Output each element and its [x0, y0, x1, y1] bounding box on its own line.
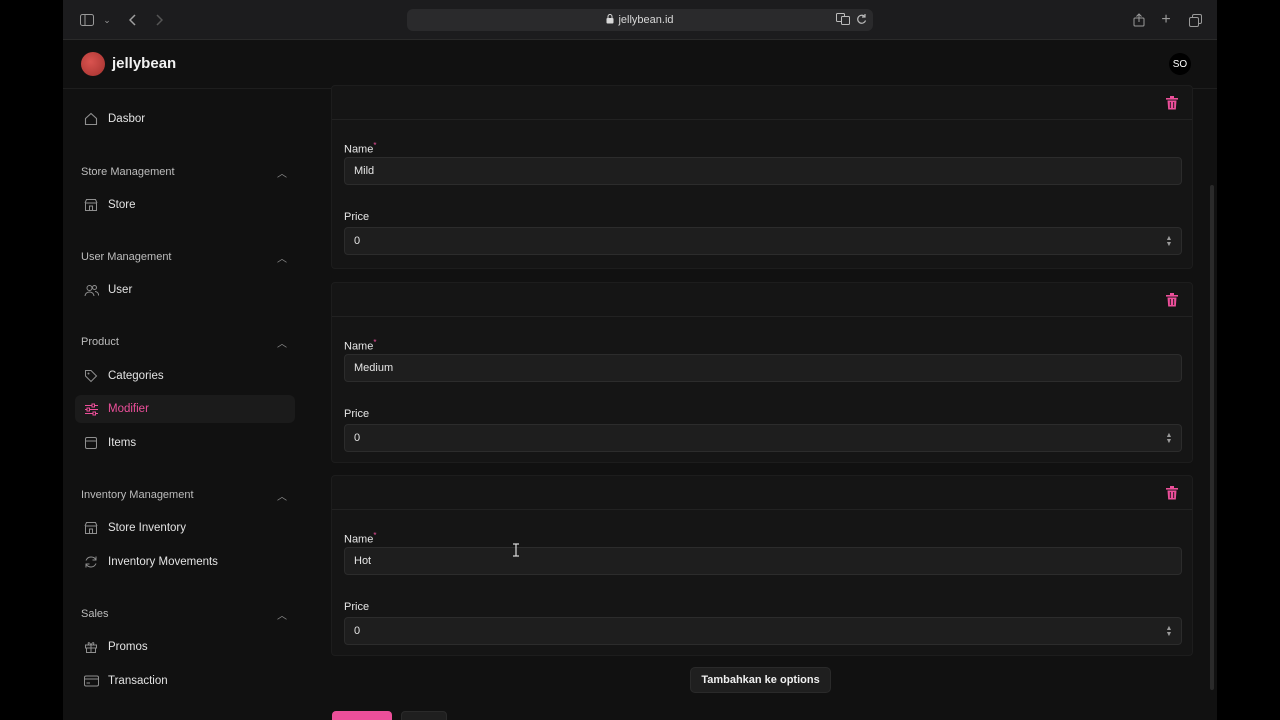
sidebar-item-store[interactable]: Store: [75, 191, 295, 219]
refresh-icon: [82, 553, 100, 571]
section-title: Product: [81, 336, 119, 348]
price-value: 0: [354, 432, 361, 444]
option-price-input[interactable]: 0 ▲ ▼: [344, 424, 1182, 452]
text-cursor-icon: [512, 543, 522, 559]
option-price-input[interactable]: 0 ▲ ▼: [344, 617, 1182, 645]
name-label: Name*: [344, 141, 377, 156]
share-icon[interactable]: [1131, 12, 1147, 28]
brand-name[interactable]: jellybean: [112, 55, 176, 72]
gift-icon: [82, 638, 100, 656]
brand-logo[interactable]: [81, 52, 105, 76]
option-card-header: [332, 476, 1192, 510]
sidebar-item-user[interactable]: User: [75, 276, 295, 304]
sidebar-item-label: Promos: [108, 641, 148, 653]
option-card: Name* Mild Price 0 ▲ ▼: [331, 85, 1193, 269]
home-icon: [82, 110, 100, 128]
section-title: Sales: [81, 608, 109, 620]
address-bar[interactable]: jellybean.id: [407, 9, 873, 31]
sidebar-item-dashboard[interactable]: Dasbor: [75, 105, 295, 133]
section-title: Store Management: [81, 166, 175, 178]
chevron-down-icon[interactable]: ⌄: [99, 12, 115, 28]
name-label: Name*: [344, 338, 377, 353]
price-value: 0: [354, 235, 361, 247]
sidebar: Dasbor Store Management ︿ Store User Man…: [63, 89, 308, 720]
tag-icon: [82, 367, 100, 385]
sidebar-item-transaction[interactable]: Transaction: [75, 667, 295, 695]
section-title: User Management: [81, 251, 172, 263]
option-card: Name* Hot Price 0 ▲ ▼: [331, 475, 1193, 656]
option-card-header: [332, 283, 1192, 317]
sidebar-item-label: Dasbor: [108, 113, 146, 125]
cancel-button[interactable]: [401, 711, 447, 720]
sidebar-item-store-inventory[interactable]: Store Inventory: [75, 514, 295, 542]
trash-icon[interactable]: [1166, 293, 1178, 307]
name-label: Name*: [344, 531, 377, 546]
option-name-input[interactable]: Hot: [344, 547, 1182, 575]
sidebar-item-inventory-movements[interactable]: Inventory Movements: [75, 548, 295, 576]
chevron-up-icon[interactable]: ︿: [277, 335, 287, 350]
chevron-up-icon[interactable]: ︿: [277, 165, 287, 180]
new-tab-icon[interactable]: +: [1158, 11, 1174, 28]
app-header: jellybean SO: [63, 40, 1217, 89]
sidebar-item-modifier[interactable]: Modifier: [75, 395, 295, 423]
price-value: 0: [354, 625, 361, 637]
stepper-icon[interactable]: ▲ ▼: [1165, 625, 1173, 638]
stepper-icon[interactable]: ▲ ▼: [1165, 432, 1173, 445]
sidebar-item-label: Inventory Movements: [108, 556, 218, 568]
chevron-up-icon[interactable]: ︿: [277, 488, 287, 503]
chevron-up-icon[interactable]: ︿: [277, 607, 287, 622]
section-product[interactable]: Product ︿: [81, 334, 287, 350]
scrollbar[interactable]: [1210, 185, 1214, 690]
section-sales[interactable]: Sales ︿: [81, 606, 287, 622]
avatar[interactable]: SO: [1169, 53, 1191, 75]
url-text: jellybean.id: [618, 14, 674, 26]
browser-window: ⌄ jellybean.id + jellybean SO Dasbor Sto…: [63, 0, 1217, 720]
price-label: Price: [344, 408, 370, 420]
sidebar-item-label: Categories: [108, 370, 164, 382]
store-icon: [82, 196, 100, 214]
sidebar-item-label: Store: [108, 199, 136, 211]
box-icon: [82, 434, 100, 452]
users-icon: [82, 281, 100, 299]
chevron-up-icon[interactable]: ︿: [277, 250, 287, 265]
sidebar-item-label: Modifier: [108, 403, 149, 415]
sidebar-item-label: User: [108, 284, 133, 296]
section-inventory-management[interactable]: Inventory Management ︿: [81, 487, 287, 503]
option-card: Name* Medium Price 0 ▲ ▼: [331, 282, 1193, 463]
option-name-input[interactable]: Mild: [344, 157, 1182, 185]
translate-icon[interactable]: [836, 13, 850, 28]
sidebar-item-items[interactable]: Items: [75, 429, 295, 457]
credit-card-icon: [82, 672, 100, 690]
reload-icon[interactable]: [856, 13, 867, 28]
add-option-button[interactable]: Tambahkan ke options: [690, 667, 831, 693]
option-price-input[interactable]: 0 ▲ ▼: [344, 227, 1182, 255]
sidebar-toggle-icon[interactable]: [79, 12, 95, 28]
tab-overview-icon[interactable]: [1187, 12, 1203, 28]
price-label: Price: [344, 601, 370, 613]
price-label: Price: [344, 211, 370, 223]
trash-icon[interactable]: [1166, 486, 1178, 500]
back-icon[interactable]: [125, 12, 141, 28]
trash-icon[interactable]: [1166, 96, 1178, 110]
option-name-input[interactable]: Medium: [344, 354, 1182, 382]
store-icon: [82, 519, 100, 537]
browser-toolbar: ⌄ jellybean.id +: [63, 0, 1217, 40]
lock-icon: [606, 13, 614, 27]
main-content: Name* Mild Price 0 ▲ ▼ Name* Medium Price…: [331, 85, 1193, 720]
section-user-management[interactable]: User Management ︿: [81, 249, 287, 265]
forward-icon[interactable]: [151, 12, 167, 28]
sidebar-item-label: Items: [108, 437, 137, 449]
stepper-icon[interactable]: ▲ ▼: [1165, 235, 1173, 248]
sidebar-item-label: Store Inventory: [108, 522, 186, 534]
sliders-icon: [82, 400, 100, 418]
sidebar-item-categories[interactable]: Categories: [75, 362, 295, 390]
save-button[interactable]: [332, 711, 392, 720]
sidebar-item-label: Transaction: [108, 675, 168, 687]
sidebar-item-promos[interactable]: Promos: [75, 633, 295, 661]
option-card-header: [332, 86, 1192, 120]
section-title: Inventory Management: [81, 489, 194, 501]
section-store-management[interactable]: Store Management ︿: [81, 164, 287, 180]
